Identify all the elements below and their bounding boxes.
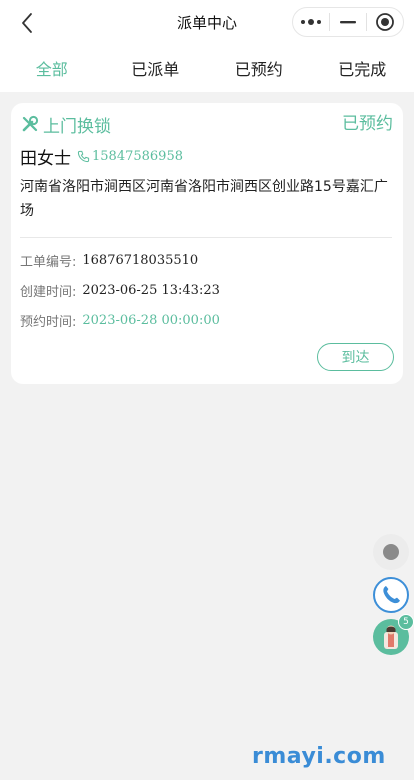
divider bbox=[20, 237, 392, 238]
more-button[interactable] bbox=[293, 8, 329, 36]
service-row: 上门换锁 已预约 bbox=[21, 112, 393, 137]
message-count-badge: 5 bbox=[398, 614, 414, 630]
customer-address: 河南省洛阳市涧西区河南省洛阳市涧西区创业路15号嘉汇广场 bbox=[20, 179, 388, 219]
tab-completed[interactable]: 已完成 bbox=[311, 44, 414, 92]
created-time: 2023-06-25 13:43:23 bbox=[82, 282, 220, 298]
order-card[interactable]: 上门换锁 已预约 田女士 15847586958 河南省洛阳市涧西区河南省洛阳市… bbox=[11, 103, 403, 384]
target-circle-icon bbox=[376, 13, 394, 31]
close-button[interactable] bbox=[367, 8, 403, 36]
order-number-label: 工单编号: bbox=[20, 254, 77, 270]
mini-program-capsule bbox=[292, 7, 404, 37]
minimize-icon bbox=[340, 21, 356, 24]
phone-number: 15847586958 bbox=[92, 148, 183, 164]
appointment-time-label: 预约时间: bbox=[20, 314, 77, 330]
order-number-row: 工单编号: 16876718035510 bbox=[20, 250, 198, 270]
service-type: 上门换锁 bbox=[43, 116, 111, 137]
arrive-button[interactable]: 到达 bbox=[317, 343, 394, 371]
record-dot-icon bbox=[383, 544, 399, 560]
more-dots-icon bbox=[301, 19, 321, 25]
order-number: 16876718035510 bbox=[82, 252, 199, 268]
wrench-icon bbox=[22, 115, 39, 132]
tab-dispatched[interactable]: 已派单 bbox=[104, 44, 208, 92]
call-float-button[interactable] bbox=[373, 577, 409, 613]
tab-booked[interactable]: 已预约 bbox=[207, 44, 311, 92]
created-time-label: 创建时间: bbox=[20, 284, 77, 300]
watermark-logo: rmayi.com bbox=[252, 744, 386, 769]
phone-link[interactable]: 15847586958 bbox=[77, 149, 183, 164]
appointment-time-row: 预约时间: 2023-06-28 00:00:00 bbox=[20, 310, 220, 330]
phone-icon bbox=[77, 150, 90, 162]
customer-row: 田女士 15847586958 bbox=[20, 144, 183, 169]
navigation-bar: 派单中心 bbox=[0, 0, 414, 44]
status-tabs: 全部 已派单 已预约 已完成 bbox=[0, 44, 414, 92]
customer-name: 田女士 bbox=[20, 148, 71, 169]
status-badge: 已预约 bbox=[342, 114, 393, 134]
phone-call-icon bbox=[383, 586, 400, 604]
minimize-button[interactable] bbox=[330, 8, 366, 36]
tab-all[interactable]: 全部 bbox=[0, 44, 104, 92]
created-time-row: 创建时间: 2023-06-25 13:43:23 bbox=[20, 280, 220, 300]
record-float-button[interactable] bbox=[373, 534, 409, 570]
appointment-time: 2023-06-28 00:00:00 bbox=[82, 312, 220, 328]
